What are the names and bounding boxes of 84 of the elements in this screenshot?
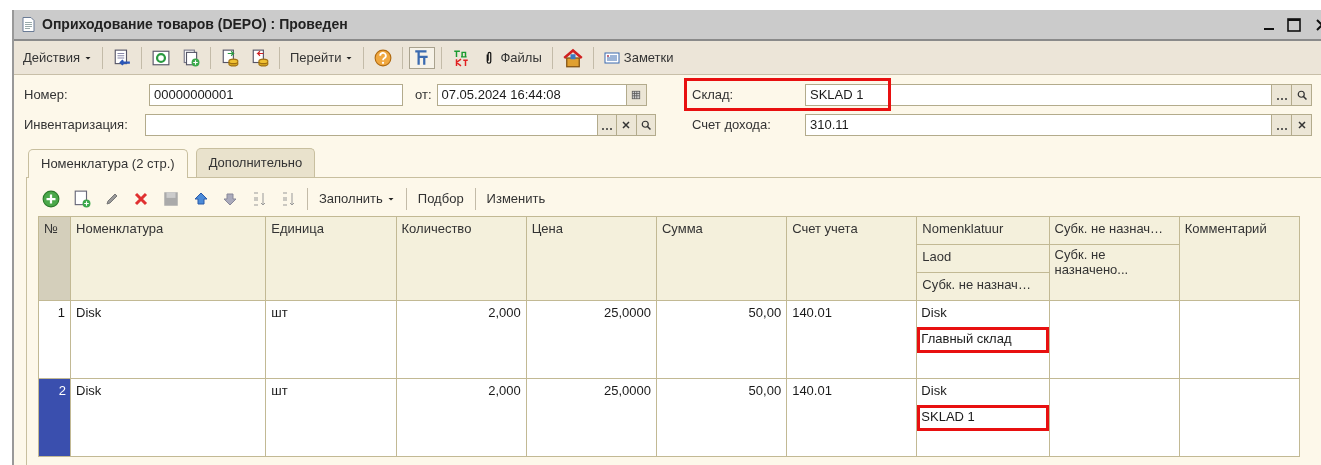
field-label: Номер: <box>24 86 69 105</box>
window-title: Оприходование товаров (DEPO) : Проведен <box>42 15 348 34</box>
account-field[interactable]: 310.11 <box>805 114 1272 136</box>
tab[interactable]: Номенклатура (2 стр.) <box>28 149 188 178</box>
table-cell: 25,0000 <box>526 300 657 378</box>
clear-icon <box>620 119 633 131</box>
column-header: Единица <box>265 216 397 300</box>
table-cell: 2,000 <box>396 378 527 456</box>
field-label: Склад: <box>691 86 735 105</box>
inventory-field[interactable] <box>145 114 598 136</box>
date-field[interactable]: 07.05.2024 16:44:08 <box>436 84 627 106</box>
column-header: Субк. не назнач… <box>916 272 1050 300</box>
search-icon <box>639 119 652 131</box>
select-button[interactable] <box>1272 114 1292 136</box>
refresh-icon <box>151 48 170 67</box>
column-header: Субк. не назначено... <box>1049 244 1180 300</box>
search-button[interactable] <box>1292 84 1312 106</box>
house-icon <box>562 47 583 68</box>
column-header: Nomenklatuur <box>916 216 1050 244</box>
clear-button[interactable] <box>1292 114 1312 136</box>
document-coins-icon <box>250 48 269 67</box>
arrow-up-icon <box>193 190 209 207</box>
field-label: Счет дохода: <box>691 116 772 135</box>
field-label: от: <box>415 86 432 105</box>
table-cell: 2,000 <box>396 300 527 378</box>
help-icon <box>374 48 393 67</box>
delete-icon <box>133 190 149 207</box>
column-header: Счет учета <box>786 216 917 300</box>
select-button[interactable] <box>1272 84 1292 106</box>
column-header: Субк. не назнач… <box>1049 216 1180 244</box>
select-button[interactable] <box>597 114 618 136</box>
document-coins-icon <box>220 48 239 67</box>
table-cell: шт <box>265 378 397 456</box>
table-cell-text: Disk <box>920 303 948 322</box>
note-icon <box>603 49 620 66</box>
row-number[interactable]: 1 <box>38 300 71 378</box>
debit-credit-icon <box>452 48 471 67</box>
table-cell: 50,00 <box>656 300 787 378</box>
document-icon <box>20 16 36 33</box>
floppy-icon <box>162 189 180 208</box>
search-icon <box>1295 89 1308 101</box>
column-header: Цена <box>526 216 657 300</box>
table-cell-text: Disk <box>920 381 948 400</box>
column-header: Количество <box>396 216 527 300</box>
column-header: Номенклатура <box>70 216 266 300</box>
column-header: Laod <box>916 244 1050 272</box>
notes-button[interactable]: Заметки <box>599 46 678 69</box>
change-button[interactable]: Изменить <box>482 187 550 210</box>
sort-icon <box>280 189 296 208</box>
minimize-icon <box>1264 27 1274 30</box>
files-button[interactable]: Файлы <box>478 46 546 69</box>
number-field[interactable]: 00000000001 <box>149 84 403 106</box>
copy-add-icon <box>181 48 200 67</box>
add-icon <box>42 189 60 208</box>
clear-icon <box>1295 119 1308 131</box>
table-cell: 50,00 <box>656 378 787 456</box>
structure-button[interactable] <box>409 46 436 69</box>
column-header: Комментарий <box>1179 216 1300 300</box>
copy-add-icon <box>73 189 91 208</box>
maximize-icon <box>1286 16 1302 33</box>
sort-icon <box>251 189 267 208</box>
column-header: Сумма <box>656 216 787 300</box>
table-cell: Disk <box>70 300 266 378</box>
row-number[interactable]: 2 <box>38 378 71 456</box>
table-cell: 140.01 <box>786 378 917 456</box>
clear-button[interactable] <box>617 114 637 136</box>
arrow-down-icon <box>222 190 238 207</box>
table-cell: Главный склад <box>917 326 1049 353</box>
calendar-button[interactable] <box>626 84 647 106</box>
actions-menu[interactable]: Действия <box>19 46 96 69</box>
table-cell: шт <box>265 300 397 378</box>
tab[interactable]: Дополнительно <box>195 148 316 177</box>
calendar-icon <box>630 89 642 101</box>
pick-button[interactable]: Подбор <box>413 187 468 210</box>
field-label: Инвентаризация: <box>24 116 129 135</box>
search-button[interactable] <box>636 114 656 136</box>
goto-menu[interactable]: Перейти <box>285 46 358 69</box>
warehouse-field[interactable]: SKLAD 1 <box>805 84 1272 106</box>
table-cell: SKLAD 1 <box>917 404 1049 431</box>
table-cell: Disk <box>70 378 266 456</box>
table-cell: 25,0000 <box>526 378 657 456</box>
column-header: № <box>38 216 71 300</box>
fill-menu[interactable]: Заполнить <box>315 187 399 210</box>
table-cell: 140.01 <box>786 300 917 378</box>
